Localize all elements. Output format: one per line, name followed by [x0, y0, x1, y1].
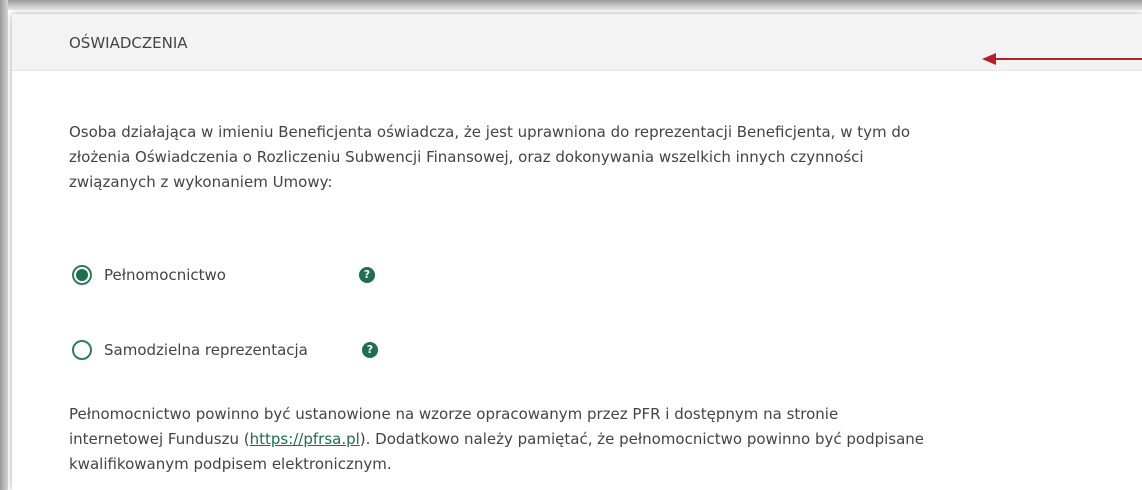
note-paragraph: Pełnomocnictwo powinno być ustanowione n… [69, 402, 1109, 477]
annotation-arrow-line [990, 58, 1142, 60]
screenshot-frame: OŚWIADCZENIA Osoba działająca w imieniu … [0, 0, 1142, 490]
intro-line-1: Osoba działająca w imieniu Beneficjenta … [69, 123, 911, 141]
radio-button[interactable] [72, 340, 92, 360]
left-border [0, 0, 8, 490]
option-label[interactable]: Pełnomocnictwo [104, 266, 226, 284]
radio-button-checked[interactable] [72, 265, 92, 285]
question-circle-icon[interactable]: ? [362, 342, 378, 358]
option-power-of-attorney[interactable]: Pełnomocnictwo [72, 262, 226, 288]
option-label[interactable]: Samodzielna reprezentacja [104, 341, 308, 359]
intro-paragraph: Osoba działająca w imieniu Beneficjenta … [69, 120, 1109, 195]
note-line-2-pre: internetowej Funduszu ( [69, 430, 250, 448]
question-circle-icon[interactable]: ? [359, 267, 375, 283]
annotation-arrow-head [982, 53, 996, 65]
section-title: OŚWIADCZENIA [69, 34, 188, 52]
note-line-3: kwalifikowanym podpisem elektronicznym. [69, 455, 392, 473]
pfrsa-link[interactable]: https://pfrsa.pl [250, 430, 360, 448]
intro-line-2: złożenia Oświadczenia o Rozliczeniu Subw… [69, 148, 864, 166]
top-border [0, 0, 1142, 10]
intro-line-3: związanych z wykonaniem Umowy: [69, 173, 333, 191]
section-header: OŚWIADCZENIA [12, 14, 1142, 71]
note-line-2-post: ). Dodatkowo należy pamiętać, że pełnomo… [359, 430, 925, 448]
note-line-2: internetowej Funduszu (https://pfrsa.pl)… [69, 427, 1109, 452]
option-self-representation[interactable]: Samodzielna reprezentacja [72, 337, 308, 363]
note-line-1: Pełnomocnictwo powinno być ustanowione n… [69, 405, 839, 423]
declarations-panel: OŚWIADCZENIA Osoba działająca w imieniu … [12, 14, 1142, 490]
